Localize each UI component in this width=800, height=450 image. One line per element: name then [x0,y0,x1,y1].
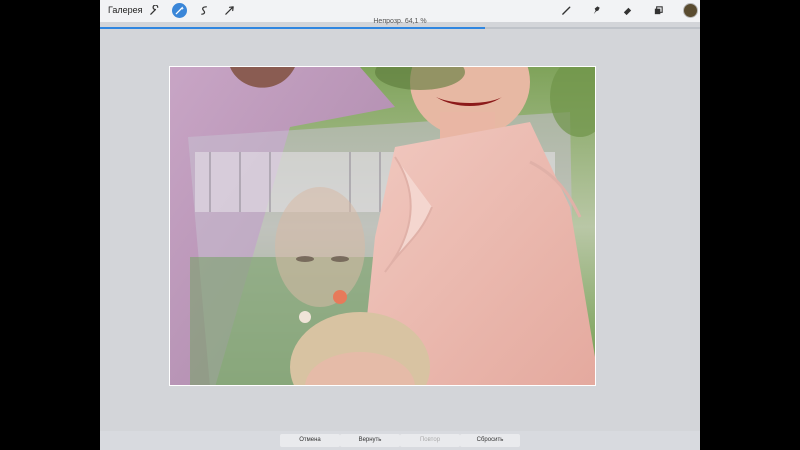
left-letterbox [0,0,100,450]
repeat-button[interactable]: Повтор [400,434,460,447]
layers-icon[interactable] [651,3,666,18]
eraser-icon[interactable] [620,3,635,18]
magic-wand-icon[interactable] [172,3,187,18]
opacity-label: Непрозр. 64,1 % [373,18,427,25]
reset-button[interactable]: Сбросить [460,434,520,447]
transform-arrow-icon[interactable] [222,3,237,18]
color-swatch[interactable] [683,3,698,18]
opacity-slider[interactable] [100,27,700,29]
canvas-artwork [170,67,595,385]
redo-button[interactable]: Вернуть [340,434,400,447]
undo-button[interactable]: Отмена [280,434,340,447]
opacity-slider-fill [100,27,485,29]
brush-icon[interactable] [559,3,574,18]
drawing-canvas[interactable] [169,66,596,386]
selection-icon[interactable] [197,3,212,18]
procreate-app: Галерея Непрозр. 64,1 % Отмена Вернуть П… [100,0,700,450]
right-letterbox [700,0,800,450]
bottom-action-bar: Отмена Вернуть Повтор Сбросить [100,431,700,450]
smudge-icon[interactable] [589,3,604,18]
gallery-button[interactable]: Галерея [108,4,143,16]
wrench-icon[interactable] [147,3,162,18]
